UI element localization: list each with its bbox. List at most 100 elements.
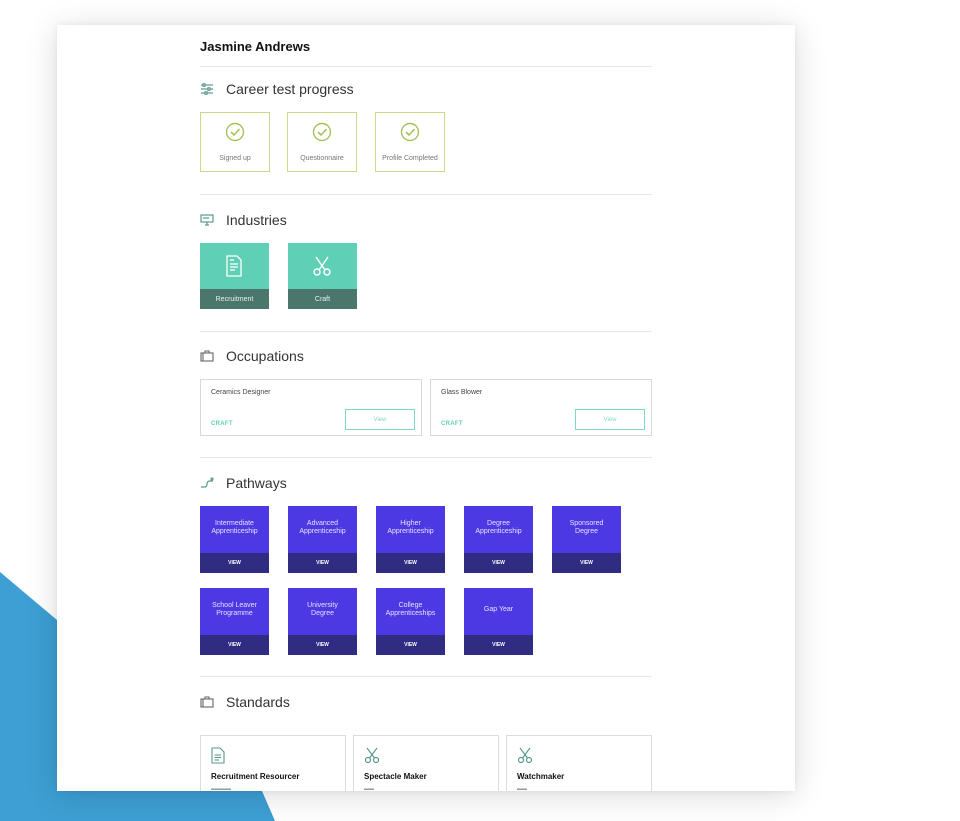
section-career-progress: Career test progress [200,81,354,97]
standard-card[interactable]: Recruitment Resourcer ▬▬▬▬ [200,735,346,791]
section-industries: Industries [200,212,287,228]
divider [200,331,652,332]
standard-title: Recruitment Resourcer [211,772,300,781]
check-circle-icon [400,122,420,147]
pathway-title-line: Apprenticeship [299,528,346,535]
standard-card[interactable]: Spectacle Maker ▬▬ [353,735,499,791]
briefcase-icon [200,350,214,362]
progress-step-label: Profile Completed [382,155,438,162]
pathway-title: Sponsored Degree [554,520,619,536]
scissors-icon [312,255,332,282]
scissors-icon [517,747,533,769]
section-title: Occupations [226,348,304,364]
monitor-icon [200,214,214,226]
pathway-view-button[interactable]: VIEW [288,553,357,573]
view-button[interactable]: View [575,409,645,430]
divider [200,457,652,458]
pathway-view-button[interactable]: VIEW [200,635,269,655]
pathway-view-button[interactable]: VIEW [376,553,445,573]
occupation-title: Glass Blower [441,389,483,396]
progress-step-label: Signed up [219,155,251,162]
route-icon [200,477,214,489]
document-icon [211,747,225,769]
section-title: Standards [226,694,290,710]
pathway-title-line: Higher [400,520,421,527]
pathway-title: Intermediate Apprenticeship [202,520,267,536]
industry-label: Craft [288,289,357,309]
pathway-title: School Leaver Programme [202,602,267,618]
pathway-title-line: Degree [487,520,510,527]
progress-step: Signed up [200,112,270,172]
pathway-tile[interactable]: College Apprenticeships VIEW [376,588,445,655]
industry-tile-craft[interactable]: Craft [288,243,357,309]
pathway-title-line: School Leaver [212,602,257,609]
pathway-title-line: Apprenticeship [475,528,522,535]
pathway-title-line: Sponsored [569,520,604,527]
pathway-title-line: Programme [216,610,253,617]
pathway-view-button[interactable]: VIEW [200,553,269,573]
industry-label: Recruitment [200,289,269,309]
pathway-title-line: Apprenticeship [387,528,434,535]
occupation-card: Ceramics Designer CRAFT View [200,379,422,436]
divider [200,194,652,195]
pathway-tile[interactable]: University Degree VIEW [288,588,357,655]
progress-step: Questionnaire [287,112,357,172]
pathway-view-button[interactable]: VIEW [288,635,357,655]
divider [200,66,652,67]
standard-card[interactable]: Watchmaker ▬▬ [506,735,652,791]
section-title: Pathways [226,475,287,491]
occupation-card: Glass Blower CRAFT View [430,379,652,436]
industry-tile-recruitment[interactable]: Recruitment [200,243,269,309]
pathway-tile[interactable]: Sponsored Degree VIEW [552,506,621,573]
pathway-tile[interactable]: Higher Apprenticeship VIEW [376,506,445,573]
pathway-tile[interactable]: Advanced Apprenticeship VIEW [288,506,357,573]
pathway-title-line: University [307,602,338,609]
pathway-view-button[interactable]: VIEW [464,553,533,573]
pathway-tile[interactable]: Degree Apprenticeship VIEW [464,506,533,573]
pathway-title-line: Apprenticeship [211,528,258,535]
progress-step-label: Questionnaire [300,155,344,162]
check-circle-icon [225,122,245,147]
pathway-tile[interactable]: Intermediate Apprenticeship VIEW [200,506,269,573]
pathway-title-line: Intermediate [215,520,254,527]
sliders-icon [200,83,214,95]
occupation-category: CRAFT [441,421,463,427]
standard-subtitle: ▬▬▬▬ [211,786,231,791]
section-title: Career test progress [226,81,354,97]
section-occupations: Occupations [200,348,304,364]
standard-title: Watchmaker [517,772,565,781]
standard-title: Spectacle Maker [364,772,427,781]
occupation-title: Ceramics Designer [211,389,271,396]
pathway-tile[interactable]: Gap Year VIEW [464,588,533,655]
pathway-title-line: Degree [311,610,334,617]
pathway-title: Higher Apprenticeship [378,520,443,536]
pathway-title: Degree Apprenticeship [466,520,531,536]
profile-page: Jasmine Andrews Career test progress Sig… [57,25,795,791]
pathway-view-button[interactable]: VIEW [464,635,533,655]
section-pathways: Pathways [200,475,287,491]
scissors-icon [364,747,380,769]
pathway-tile[interactable]: School Leaver Programme VIEW [200,588,269,655]
pathway-title-line: Gap Year [483,606,514,613]
progress-step: Profile Completed [375,112,445,172]
pathway-title: Advanced Apprenticeship [290,520,355,536]
pathway-title: University Degree [290,602,355,618]
divider [200,676,652,677]
occupation-category: CRAFT [211,421,233,427]
section-standards: Standards [200,694,290,710]
document-icon [224,255,244,282]
user-name: Jasmine Andrews [200,39,311,54]
briefcase-icon [200,696,214,708]
pathway-view-button[interactable]: VIEW [552,553,621,573]
standard-subtitle: ▬▬ [517,786,527,791]
view-button[interactable]: View [345,409,415,430]
pathway-title-line: Degree [575,528,598,535]
standard-subtitle: ▬▬ [364,786,374,791]
section-title: Industries [226,212,287,228]
pathway-title: Gap Year [466,606,531,614]
pathway-view-button[interactable]: VIEW [376,635,445,655]
check-circle-icon [312,122,332,147]
pathway-title-line: College [398,602,423,609]
pathway-title-line: Advanced [306,520,339,527]
pathway-title: College Apprenticeships [378,602,443,618]
